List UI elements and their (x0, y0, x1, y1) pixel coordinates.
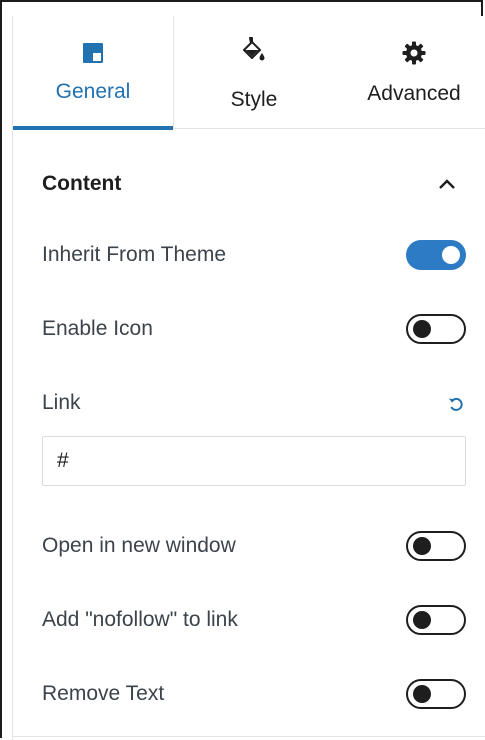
toggle-knob (413, 537, 431, 555)
link-row: Link (13, 383, 485, 423)
inherit-from-theme-label: Inherit From Theme (42, 243, 227, 266)
inherit-from-theme-toggle[interactable] (406, 240, 466, 270)
tab-style[interactable]: Style (174, 16, 334, 128)
tab-general-label: General (55, 80, 131, 103)
inherit-from-theme-row: Inherit From Theme (13, 235, 485, 275)
enable-icon-label: Enable Icon (42, 317, 153, 340)
open-new-window-row: Open in new window (13, 526, 485, 566)
gear-icon (402, 41, 426, 65)
link-label: Link (42, 391, 81, 414)
open-new-window-toggle[interactable] (406, 531, 466, 561)
remove-text-toggle[interactable] (406, 679, 466, 709)
link-input[interactable] (42, 436, 466, 486)
section-title: Content (42, 172, 122, 195)
toggle-knob (413, 611, 431, 629)
toggle-knob (413, 685, 431, 703)
nofollow-row: Add "nofollow" to link (13, 600, 485, 640)
paint-bucket-icon (243, 37, 265, 61)
tab-advanced-label: Advanced (367, 82, 461, 105)
remove-text-row: Remove Text (13, 674, 485, 714)
reset-icon[interactable] (447, 395, 465, 413)
tab-bar: General Style Advanced (13, 16, 485, 130)
tab-general[interactable]: General (13, 16, 173, 130)
window-frame: General Style Advanced Content Inherit F… (0, 0, 485, 740)
open-new-window-label: Open in new window (42, 534, 236, 557)
tab-style-label: Style (230, 88, 278, 111)
content-section-header[interactable]: Content (13, 129, 485, 209)
toggle-knob (442, 246, 460, 264)
enable-icon-row: Enable Icon (13, 309, 485, 349)
tab-advanced[interactable]: Advanced (334, 16, 485, 128)
divider (13, 736, 485, 737)
nofollow-label: Add "nofollow" to link (42, 608, 238, 631)
settings-panel: General Style Advanced Content Inherit F… (12, 16, 485, 740)
layout-icon (83, 43, 103, 63)
nofollow-toggle[interactable] (406, 605, 466, 635)
toggle-knob (413, 320, 431, 338)
chevron-up-icon (439, 179, 455, 189)
remove-text-label: Remove Text (42, 682, 165, 705)
enable-icon-toggle[interactable] (406, 314, 466, 344)
